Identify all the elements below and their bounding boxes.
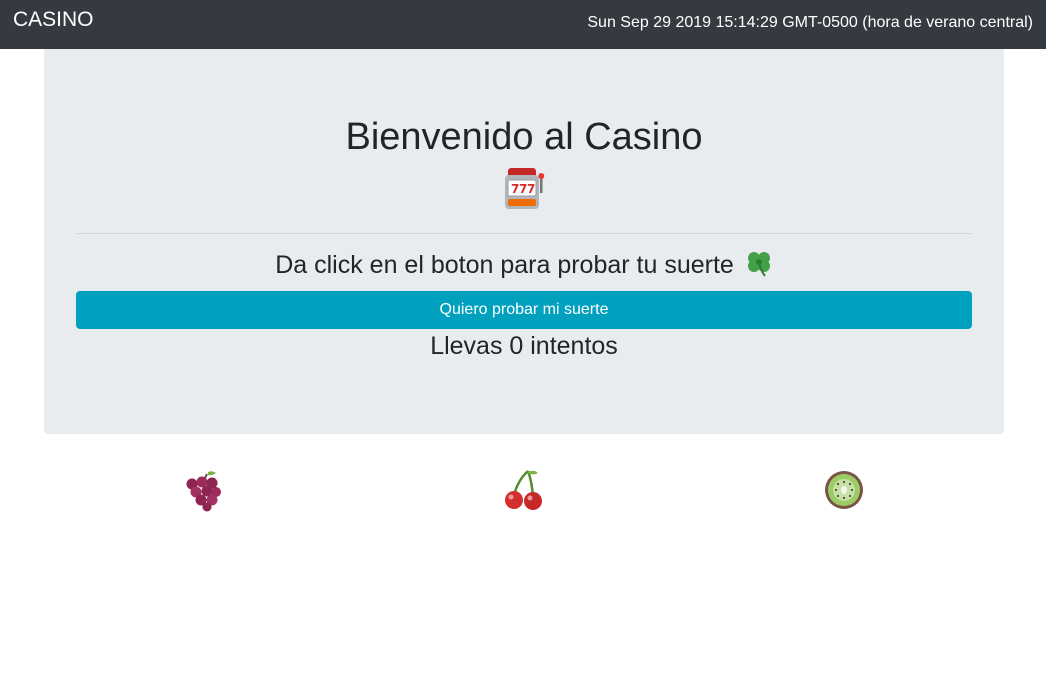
page-title: Bienvenido al Casino — [345, 116, 703, 158]
try-luck-button[interactable]: Quiero probar mi suerte — [76, 291, 972, 329]
datetime-display: Sun Sep 29 2019 15:14:29 GMT-0500 (hora … — [587, 14, 1033, 31]
brand-title[interactable]: CASINO — [13, 7, 94, 33]
four-leaf-clover-icon — [745, 249, 773, 286]
svg-text:7: 7 — [527, 182, 535, 196]
grapes-icon — [182, 468, 226, 512]
prompt-text: Da click en el boton para probar tu suer… — [275, 251, 734, 279]
kiwi-icon — [822, 468, 866, 512]
navbar: CASINO Sun Sep 29 2019 15:14:29 GMT-0500… — [0, 0, 1046, 49]
divider — [76, 233, 972, 234]
cherries-icon — [502, 468, 546, 512]
attempts-counter: Llevas 0 intentos — [430, 332, 618, 360]
jumbotron: Bienvenido al Casino 7 7 7 Da click en e… — [44, 49, 1004, 434]
luck-prompt: Da click en el boton para probar tu suer… — [44, 248, 1004, 286]
slot-machine-icon: 7 7 7 — [44, 167, 1004, 215]
